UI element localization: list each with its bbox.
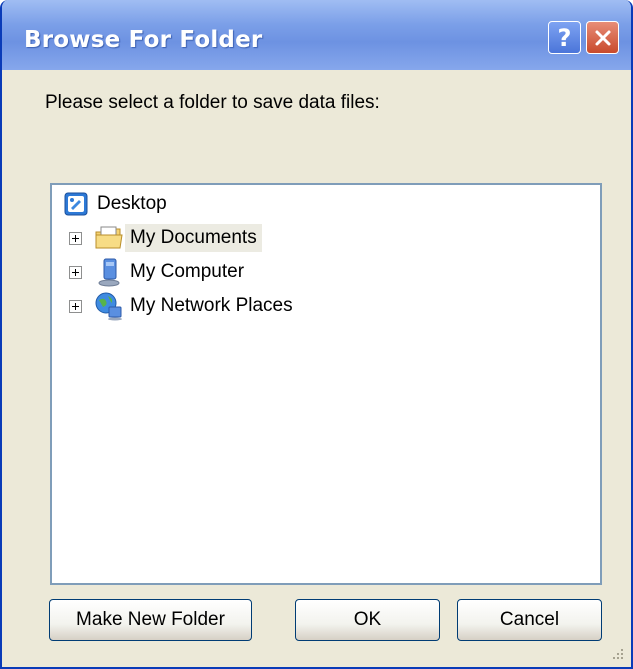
my-computer-icon	[93, 257, 125, 287]
cancel-button[interactable]: Cancel	[457, 599, 602, 641]
tree-item-label: Desktop	[97, 193, 167, 214]
ok-button[interactable]: OK	[295, 599, 440, 641]
help-button[interactable]: ?	[548, 21, 581, 54]
tree-item-my-documents[interactable]: My Documents	[69, 223, 262, 253]
tree-item-my-network-places[interactable]: My Network Places	[69, 291, 298, 321]
tree-item-label: My Documents	[125, 224, 262, 252]
expand-plus-icon[interactable]	[69, 231, 82, 245]
folder-tree[interactable]: Desktop My Documents My Computer My Netw…	[50, 183, 602, 585]
expand-plus-icon[interactable]	[69, 299, 82, 313]
title-bar[interactable]: Browse For Folder ?	[2, 0, 631, 70]
close-button[interactable]	[586, 21, 619, 54]
resize-grip-icon[interactable]	[611, 647, 625, 661]
browse-for-folder-dialog: Browse For Folder ? Please select a fold…	[0, 0, 633, 669]
close-icon	[595, 30, 610, 45]
tree-item-my-computer[interactable]: My Computer	[69, 257, 249, 287]
tree-item-label: My Network Places	[130, 295, 293, 316]
my-documents-folder-icon	[93, 223, 125, 253]
network-places-icon	[93, 291, 125, 321]
instruction-text: Please select a folder to save data file…	[45, 92, 380, 113]
expand-plus-icon[interactable]	[69, 265, 82, 279]
desktop-icon	[60, 189, 92, 219]
tree-item-label: My Computer	[130, 261, 245, 282]
make-new-folder-button[interactable]: Make New Folder	[49, 599, 252, 641]
help-icon: ?	[557, 23, 572, 52]
tree-item-desktop[interactable]: Desktop	[60, 189, 172, 219]
dialog-title: Browse For Folder	[24, 27, 263, 53]
